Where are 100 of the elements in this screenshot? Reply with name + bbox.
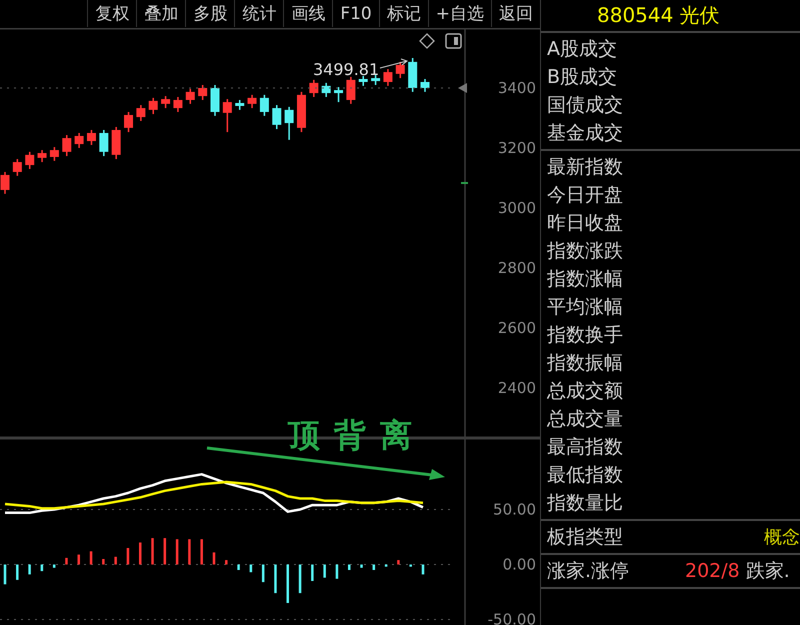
field-label: 跌家. [746,559,790,584]
histogram-bar [164,538,166,564]
axis-label: 0.00 [502,556,536,574]
field-label: 基金成交 [547,121,624,146]
histogram-bar [126,548,130,564]
candle [420,79,430,92]
histogram-bar [102,559,105,564]
candle [161,96,170,108]
histogram-bar [40,564,44,572]
candle [371,75,380,85]
candle [309,80,318,97]
annotation-text: 顶背离 [288,416,426,454]
histogram-bar [384,564,388,567]
candle [186,88,195,104]
candle [346,76,356,104]
histogram-bar [397,560,400,564]
candle [148,98,158,114]
field-label: 指数涨幅 [547,267,624,292]
leader-line [380,58,408,68]
histogram-bar [28,564,31,574]
histogram-bar [225,560,228,564]
candle [260,94,269,116]
field-label: 指数换手 [547,323,624,348]
candle [50,147,59,161]
candle [383,69,392,86]
histogram-bar [409,564,412,567]
field-value: 202/8 [685,560,740,582]
candle [112,126,121,160]
histogram-bar [200,539,203,564]
candle [0,172,10,194]
histogram-bar [4,564,6,584]
axis-label: 50.00 [493,500,536,518]
histogram-bar [298,564,302,594]
field-label: 最低指数 [547,463,624,488]
histogram-bar [348,564,350,570]
candle [235,100,244,110]
histogram-bar [188,539,191,564]
diamond-icon [419,33,435,49]
candle [124,112,134,132]
histogram-bar [52,564,56,568]
field-label: 今日开盘 [547,183,624,208]
field-value: 概念 [764,526,800,549]
histogram-bar [114,556,117,564]
price-marker-icon [458,82,467,93]
candle [296,92,306,132]
candle [322,82,331,97]
tick-mark [461,182,468,184]
histogram-bar [372,564,376,570]
candle [25,152,34,169]
field-label: 指数振幅 [547,351,624,376]
histogram-bar [138,542,142,564]
candle [198,84,208,100]
field-label: 涨家.涨停 [547,559,630,584]
candle [173,96,182,112]
field-label: 昨日收盘 [547,211,624,236]
field-label: B股成交 [547,65,618,90]
field-label: 最高指数 [547,435,624,460]
field-label: 指数涨跌 [547,239,624,264]
histogram-bar [336,564,338,579]
histogram-bar [237,564,240,570]
candle [136,105,146,121]
histogram-bar [16,564,19,580]
candle [99,130,108,156]
panel-title: 880544 光伏 [541,0,800,33]
histogram-bar [286,564,290,603]
candle [74,132,84,148]
histogram-bar [176,539,178,564]
candle [272,105,282,130]
candle [62,135,72,156]
candle [86,130,96,145]
field-label: 指数量比 [547,491,624,516]
axis-label: 3000 [498,198,536,217]
histogram-bar [78,554,80,564]
panel-toggle-icon [445,33,462,49]
candle [334,87,344,102]
histogram-bar [262,564,264,582]
histogram-bar [422,564,424,574]
axis-label: 3200 [498,138,536,157]
field-label: 总成交量 [547,407,624,432]
candle [408,58,418,92]
histogram-bar [90,551,92,564]
candle [222,99,232,132]
candle [396,62,405,78]
axis-label: 3400 [498,78,536,97]
histogram-bar [360,564,363,568]
candle [38,150,47,162]
field-label: A股成交 [547,37,618,62]
axis-label: 2400 [498,378,536,397]
candle [12,159,22,176]
histogram-bar [151,538,154,564]
histogram-bar [65,558,68,564]
field-label: 总成交额 [547,379,624,404]
price-label: 3499.81 [313,60,380,79]
histogram-bar [323,564,326,578]
histogram-bar [311,564,314,581]
candle [248,94,257,108]
histogram-bar [274,564,277,594]
histogram-bar [212,552,216,564]
candle [210,84,220,116]
axis-label: 2800 [498,258,536,277]
